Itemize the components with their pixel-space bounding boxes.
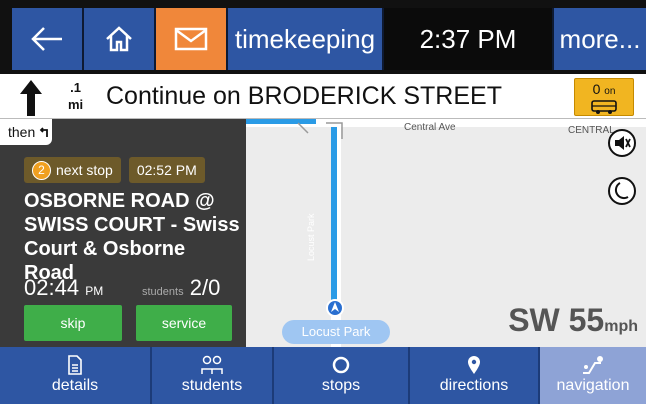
stop-number: 2 (32, 160, 51, 180)
tab-stops-label: stops (321, 377, 361, 394)
service-label: service (161, 315, 207, 331)
tab-students[interactable]: students (152, 347, 274, 404)
eta: 02:44 PM (24, 275, 103, 301)
timekeeping-label: timekeeping (234, 23, 376, 54)
tab-stops[interactable]: stops (274, 347, 410, 404)
map-pin-icon (468, 356, 480, 374)
street-label-central: Central Ave (404, 122, 456, 133)
instruction-text: Continue on BRODERICK STREET (106, 82, 502, 110)
document-icon (68, 355, 82, 375)
more-button[interactable]: more... (554, 8, 646, 70)
tab-details[interactable]: details (0, 347, 152, 404)
speed-unit: mph (604, 318, 638, 335)
tab-details-label: details (51, 377, 99, 394)
next-stop-row: 2 next stop 02:52 PM (24, 157, 205, 183)
speed-value: 55 (568, 302, 605, 338)
skip-button[interactable]: skip (24, 305, 122, 341)
students-label: students (142, 286, 184, 298)
home-button[interactable] (84, 8, 156, 70)
then-indicator: then (0, 119, 52, 145)
next-stop-label: next stop (56, 162, 113, 178)
bus-icon (591, 100, 617, 114)
stop-name: OSBORNE ROAD @ SWISS COURT - Swiss Court… (24, 190, 240, 284)
eta-ampm: PM (85, 284, 104, 298)
eta-time: 02:44 (24, 275, 80, 300)
onbus-badge[interactable]: 0 on (574, 78, 634, 116)
skip-label: skip (60, 315, 86, 331)
street-label-locust: Locust Park (306, 213, 316, 261)
mute-icon (615, 136, 631, 150)
mute-button[interactable] (608, 129, 636, 157)
home-icon (106, 26, 132, 52)
instruction-bar: .1 mi Continue on BRODERICK STREET 0 on (0, 74, 646, 119)
top-bar: timekeeping 2:37 PM more... (0, 0, 646, 74)
then-label: then (8, 124, 36, 140)
distance-unit: mi (68, 97, 84, 112)
moon-icon (614, 182, 629, 200)
tab-students-label: students (181, 377, 243, 394)
tab-navigation[interactable]: navigation (540, 347, 646, 404)
stop-panel: then 2 next stop 02:52 PM OSBORNE ROAD @… (0, 119, 246, 347)
tab-directions[interactable]: directions (410, 347, 540, 404)
next-stop-badge: 2 next stop (24, 157, 121, 183)
bottom-nav: details students stops directions naviga… (0, 347, 646, 404)
back-button[interactable] (12, 8, 84, 70)
turn-left-icon (39, 127, 49, 137)
messages-button[interactable] (156, 8, 228, 70)
route-icon (583, 356, 603, 374)
night-mode-button[interactable] (608, 177, 636, 205)
students-count: students 2/0 (142, 275, 220, 301)
people-icon (201, 355, 223, 374)
map-view[interactable]: Central Ave CENTRAL Locust Park Locust P… (246, 119, 646, 347)
street-label-central-caps: CENTRAL (568, 125, 615, 136)
clock-time: 2:37 PM (419, 23, 517, 54)
arrow-left-icon (31, 27, 62, 51)
circle-stop-icon (332, 356, 350, 374)
service-button[interactable]: service (136, 305, 232, 341)
timekeeping-button[interactable]: timekeeping (228, 8, 384, 70)
distance: .1 mi (68, 79, 83, 113)
poi-locust-park: Locust Park (282, 320, 390, 344)
onbus-count: 0 (592, 81, 601, 97)
mail-icon (174, 27, 208, 51)
clock: 2:37 PM (384, 8, 554, 70)
more-label: more... (559, 23, 641, 54)
distance-value: .1 (70, 80, 81, 95)
tab-directions-label: directions (439, 377, 509, 394)
onbus-label: on (604, 86, 616, 97)
heading: SW (508, 302, 560, 338)
heading-speed: SW 55mph (508, 302, 638, 339)
next-stop-time: 02:52 PM (128, 157, 205, 183)
tab-navigation-label: navigation (556, 377, 630, 394)
students-value: 2/0 (189, 275, 221, 300)
straight-arrow-icon (20, 80, 42, 116)
